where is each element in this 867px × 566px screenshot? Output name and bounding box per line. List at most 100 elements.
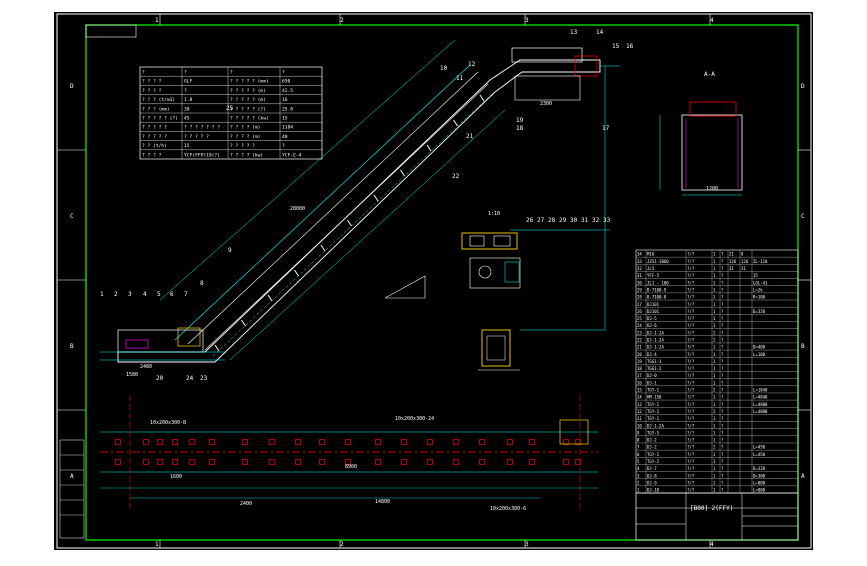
- zone-col-bottom-1: 1: [155, 541, 159, 548]
- parts-cell: TGY-5: [647, 430, 660, 435]
- callout-label: 5: [157, 291, 161, 298]
- parts-cell: 24: [637, 323, 642, 328]
- spec-cell: 40: [282, 134, 288, 140]
- parts-cell: 31: [729, 266, 734, 271]
- parts-cell: DJ-2: [647, 445, 657, 450]
- parts-cell: ?/?: [687, 402, 695, 407]
- parts-cell: L=4800: [753, 402, 768, 407]
- callout-label: 19: [516, 117, 524, 124]
- parts-cell: DJ-7: [647, 466, 657, 471]
- parts-cell: ?/?: [687, 388, 695, 393]
- drive-callout-label: 26: [526, 217, 534, 224]
- spec-cell: ? ? ? ? ? ? ?: [184, 125, 220, 131]
- parts-cell: ?/?: [687, 259, 695, 264]
- parts-cell: YFF-5: [647, 273, 660, 278]
- zone-row-right-c: C: [801, 213, 805, 220]
- parts-cell: TGG1-2: [647, 366, 662, 371]
- zone-row-left-c: C: [70, 213, 74, 220]
- callout-label: 22: [452, 173, 460, 180]
- spec-cell: ? ? ? ? ?: [142, 134, 167, 140]
- parts-cell: JZS1-1060: [647, 259, 669, 264]
- parts-cell: 20: [637, 352, 642, 357]
- parts-cell: DJ-1: [647, 380, 657, 385]
- parts-cell: L=4800: [753, 409, 768, 414]
- parts-cell: ?/?: [687, 352, 695, 357]
- parts-cell: ?/?: [687, 273, 695, 278]
- parts-cell: ?/?: [687, 430, 695, 435]
- spec-cell: ? ? ? ? (m): [230, 134, 260, 140]
- parts-cell: 18: [637, 366, 642, 371]
- callout-label: 21: [466, 133, 474, 140]
- spec-cell: ? ? ? ? (kw): [230, 152, 263, 158]
- parts-cell: 10: [637, 423, 642, 428]
- spec-cell: 650: [282, 79, 291, 85]
- parts-cell: ?/?: [687, 438, 695, 443]
- callout-label: 13: [570, 29, 578, 36]
- spec-cell: ?: [282, 143, 285, 149]
- parts-cell: DJ-8: [647, 473, 657, 478]
- callout-label: 25: [226, 105, 234, 112]
- plan-label: 10x200x300-24: [395, 416, 434, 422]
- parts-cell: DJ-4: [647, 352, 657, 357]
- zone-row-right-b: B: [801, 343, 805, 350]
- parts-cell: 28: [637, 295, 642, 300]
- parts-cell: D=300: [753, 473, 766, 478]
- spec-cell: 45: [184, 116, 190, 122]
- zone-col-top-4: 4: [710, 17, 714, 24]
- parts-cell: ?/?: [687, 445, 695, 450]
- parts-cell: DJ-10: [647, 488, 660, 493]
- spec-cell: 16: [282, 97, 288, 103]
- spec-cell: ? ? ? ? ?: [184, 134, 209, 140]
- callout-label: 20: [156, 375, 164, 382]
- spec-cell: ?: [230, 70, 233, 76]
- spec-cell: 1.8: [184, 97, 193, 103]
- spec-cell: ?: [184, 70, 187, 76]
- spec-cell: YCF(FFP)19(?): [184, 152, 220, 158]
- parts-cell: ?/?: [687, 409, 695, 414]
- parts-cell: L=4840: [753, 395, 768, 400]
- callout-label: 24: [186, 375, 194, 382]
- dimension-label: 8900: [345, 464, 357, 470]
- parts-cell: ?/?: [687, 280, 695, 285]
- parts-cell: 17: [637, 373, 642, 378]
- callout-label: 14: [596, 29, 604, 36]
- spec-cell: ? ? ? ? ? (?): [142, 116, 178, 122]
- dimension-label: 2480: [140, 364, 152, 370]
- parts-cell: 23: [637, 330, 642, 335]
- parts-cell: D=400: [753, 345, 766, 350]
- parts-cell: ?/?: [687, 316, 695, 321]
- callout-label: 7: [184, 291, 188, 298]
- callout-label: 18: [516, 125, 524, 132]
- dimension-label: 1580: [126, 372, 138, 378]
- spec-cell: ?: [282, 70, 285, 76]
- parts-cell: 21: [729, 252, 734, 257]
- spec-cell: YCF-E-4: [282, 152, 302, 158]
- parts-cell: 15: [637, 388, 642, 393]
- parts-cell: ZL-110: [753, 259, 768, 264]
- parts-cell: D=320: [753, 309, 766, 314]
- spec-cell: 25.8: [282, 106, 293, 112]
- zone-col-top-1: 1: [155, 17, 159, 24]
- parts-cell: TGY-2: [647, 459, 660, 464]
- drive-callout-label: 33: [603, 217, 611, 224]
- callout-label: 16: [626, 43, 634, 50]
- parts-cell: 126: [741, 259, 749, 264]
- zone-col-top-2: 2: [340, 17, 344, 24]
- parts-cell: TGY-1: [647, 409, 660, 414]
- spec-cell: ? ? ? ? ?: [230, 143, 255, 149]
- parts-cell: L=2k: [753, 287, 763, 292]
- drive-callout-label: 32: [592, 217, 600, 224]
- spec-cell: ?: [184, 88, 187, 94]
- parts-cell: L=1840: [753, 388, 768, 393]
- drive-callout-label: 31: [581, 217, 589, 224]
- parts-cell: JL5: [647, 266, 655, 271]
- parts-cell: L=450: [753, 445, 766, 450]
- parts-cell: DJ-1-2A: [647, 345, 664, 350]
- plan-label: 10x200x300-6: [490, 506, 526, 512]
- parts-cell: 22: [637, 338, 642, 343]
- drive-callout-label: 27: [537, 217, 545, 224]
- parts-cell: 30: [637, 280, 642, 285]
- spec-cell: 15: [282, 116, 288, 122]
- parts-cell: L=800: [753, 488, 766, 493]
- callout-label: 9: [228, 247, 232, 254]
